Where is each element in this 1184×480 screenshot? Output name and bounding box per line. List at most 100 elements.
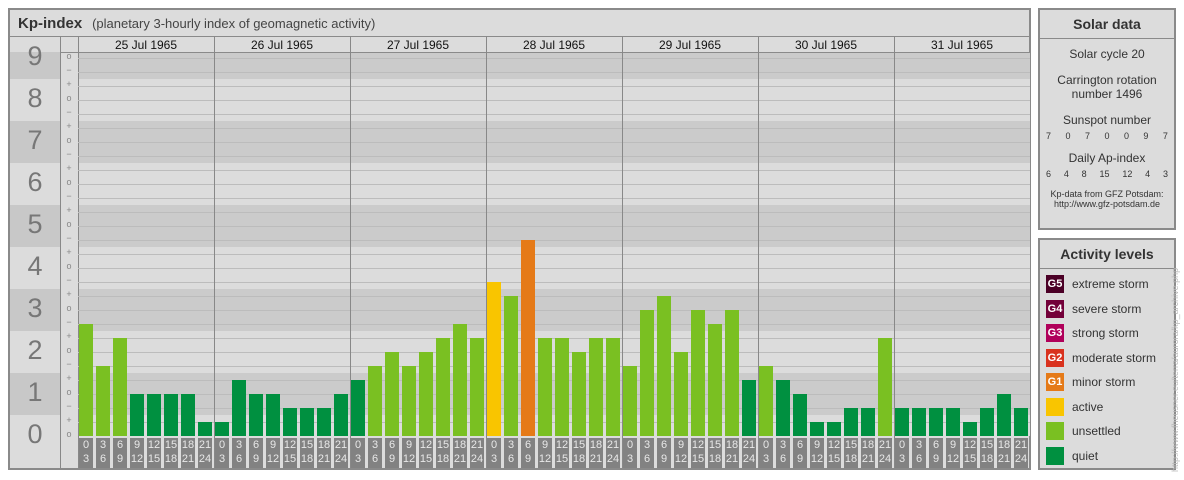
kp-bar bbox=[164, 394, 178, 436]
interval-start: 15 bbox=[844, 439, 858, 451]
legend-label: unsettled bbox=[1072, 424, 1121, 439]
interval-start: 3 bbox=[507, 439, 515, 451]
interval-start: 18 bbox=[453, 439, 467, 451]
legend-swatch bbox=[1046, 446, 1064, 465]
time-interval-label: 21 24 bbox=[470, 438, 484, 468]
interval-end: 3 bbox=[762, 453, 770, 465]
ap-value: 8 bbox=[1081, 169, 1087, 179]
kp-bar bbox=[181, 394, 195, 436]
interval-end: 15 bbox=[283, 453, 297, 465]
time-interval-label: 12 15 bbox=[555, 438, 569, 468]
kp-bar bbox=[521, 239, 535, 436]
interval-end: 3 bbox=[82, 453, 90, 465]
interval-end: 24 bbox=[878, 453, 892, 465]
time-interval-label: 12 15 bbox=[827, 438, 841, 468]
source-line-1: Kp-data from GFZ Potsdam: bbox=[1050, 189, 1164, 199]
time-interval-label: 21 24 bbox=[198, 438, 212, 468]
time-interval-label: 69 bbox=[929, 438, 943, 468]
day-label: 26 Jul 1965 bbox=[250, 38, 314, 52]
source-link[interactable]: http://www.gfz-potsdam.de bbox=[1040, 199, 1174, 209]
kp-bar bbox=[606, 338, 620, 436]
time-interval-label: 15 18 bbox=[572, 438, 586, 468]
gridline bbox=[78, 268, 1030, 269]
time-interval-label: 69 bbox=[113, 438, 127, 468]
third-mark: − bbox=[66, 401, 72, 411]
time-interval-label: 18 21 bbox=[861, 438, 875, 468]
legend-item: active bbox=[1040, 395, 1174, 420]
day-label: 28 Jul 1965 bbox=[522, 38, 586, 52]
kp-bar bbox=[657, 296, 671, 436]
time-interval-label: 21 24 bbox=[878, 438, 892, 468]
interval-end: 18 bbox=[572, 453, 586, 465]
day-divider bbox=[894, 36, 895, 468]
gridline bbox=[78, 86, 1030, 87]
interval-start: 18 bbox=[181, 439, 195, 451]
kp-bar bbox=[79, 323, 93, 436]
interval-start: 21 bbox=[470, 439, 484, 451]
sunspot-value: 7 bbox=[1084, 131, 1090, 141]
time-interval-label: 03 bbox=[895, 438, 909, 468]
day-label: 31 Jul 1965 bbox=[930, 38, 994, 52]
kp-tick-label: 4 bbox=[27, 251, 43, 281]
time-interval-label: 03 bbox=[79, 438, 93, 468]
time-interval-label: 03 bbox=[351, 438, 365, 468]
carrington-line-2: number 1496 bbox=[1071, 87, 1143, 101]
interval-start: 0 bbox=[82, 439, 90, 451]
interval-end: 3 bbox=[898, 453, 906, 465]
solar-data-title: Solar data bbox=[1040, 10, 1174, 39]
kp-bar bbox=[793, 394, 807, 436]
kp-bar bbox=[589, 338, 603, 436]
kp-tick-label: 3 bbox=[27, 293, 43, 323]
time-interval-label: 18 21 bbox=[725, 438, 739, 468]
gridline bbox=[78, 170, 1030, 171]
interval-end: 15 bbox=[963, 453, 977, 465]
kp-bar bbox=[385, 352, 399, 436]
sunspot-value: 7 bbox=[1046, 131, 1052, 141]
gridline bbox=[78, 184, 1030, 185]
interval-start: 12 bbox=[419, 439, 433, 451]
kp-bar bbox=[283, 407, 297, 436]
interval-end: 12 bbox=[538, 453, 552, 465]
interval-end: 9 bbox=[388, 453, 396, 465]
kp-bar bbox=[487, 281, 501, 436]
time-interval-label: 21 24 bbox=[606, 438, 620, 468]
interval-start: 3 bbox=[779, 439, 787, 451]
interval-start: 9 bbox=[269, 439, 277, 451]
interval-start: 21 bbox=[198, 439, 212, 451]
third-mark: − bbox=[66, 359, 72, 369]
time-interval-label: 12 15 bbox=[283, 438, 297, 468]
interval-start: 18 bbox=[997, 439, 1011, 451]
legend-swatch bbox=[1046, 397, 1064, 416]
time-interval-label: 9 12 bbox=[130, 438, 144, 468]
interval-start: 0 bbox=[354, 439, 362, 451]
interval-start: 3 bbox=[235, 439, 243, 451]
interval-end: 21 bbox=[589, 453, 603, 465]
interval-start: 0 bbox=[490, 439, 498, 451]
interval-start: 9 bbox=[949, 439, 957, 451]
third-mark: o bbox=[66, 345, 72, 355]
interval-end: 18 bbox=[980, 453, 994, 465]
ap-value: 12 bbox=[1122, 169, 1133, 179]
sunspot-title: Sunspot number bbox=[1062, 113, 1152, 127]
kp-bar bbox=[232, 380, 246, 436]
interval-end: 15 bbox=[555, 453, 569, 465]
third-mark: o bbox=[66, 303, 72, 313]
interval-end: 15 bbox=[147, 453, 161, 465]
kp-bar bbox=[861, 407, 875, 436]
ap-values: 6 4 8 15 12 4 3 bbox=[1040, 169, 1174, 179]
interval-end: 12 bbox=[130, 453, 144, 465]
interval-end: 18 bbox=[844, 453, 858, 465]
sunspot-value: 0 bbox=[1104, 131, 1110, 141]
gridline bbox=[78, 282, 1030, 283]
interval-end: 9 bbox=[932, 453, 940, 465]
kp-bar bbox=[691, 310, 705, 436]
carrington-line-1: Carrington rotation bbox=[1057, 73, 1157, 87]
ap-value: 3 bbox=[1162, 169, 1168, 179]
time-interval-label: 15 18 bbox=[300, 438, 314, 468]
day-label: 30 Jul 1965 bbox=[794, 38, 858, 52]
interval-end: 21 bbox=[861, 453, 875, 465]
kp-tick-label: 0 bbox=[27, 419, 43, 449]
time-interval-label: 69 bbox=[521, 438, 535, 468]
gridline bbox=[78, 254, 1030, 255]
day-label: 25 Jul 1965 bbox=[114, 38, 178, 52]
